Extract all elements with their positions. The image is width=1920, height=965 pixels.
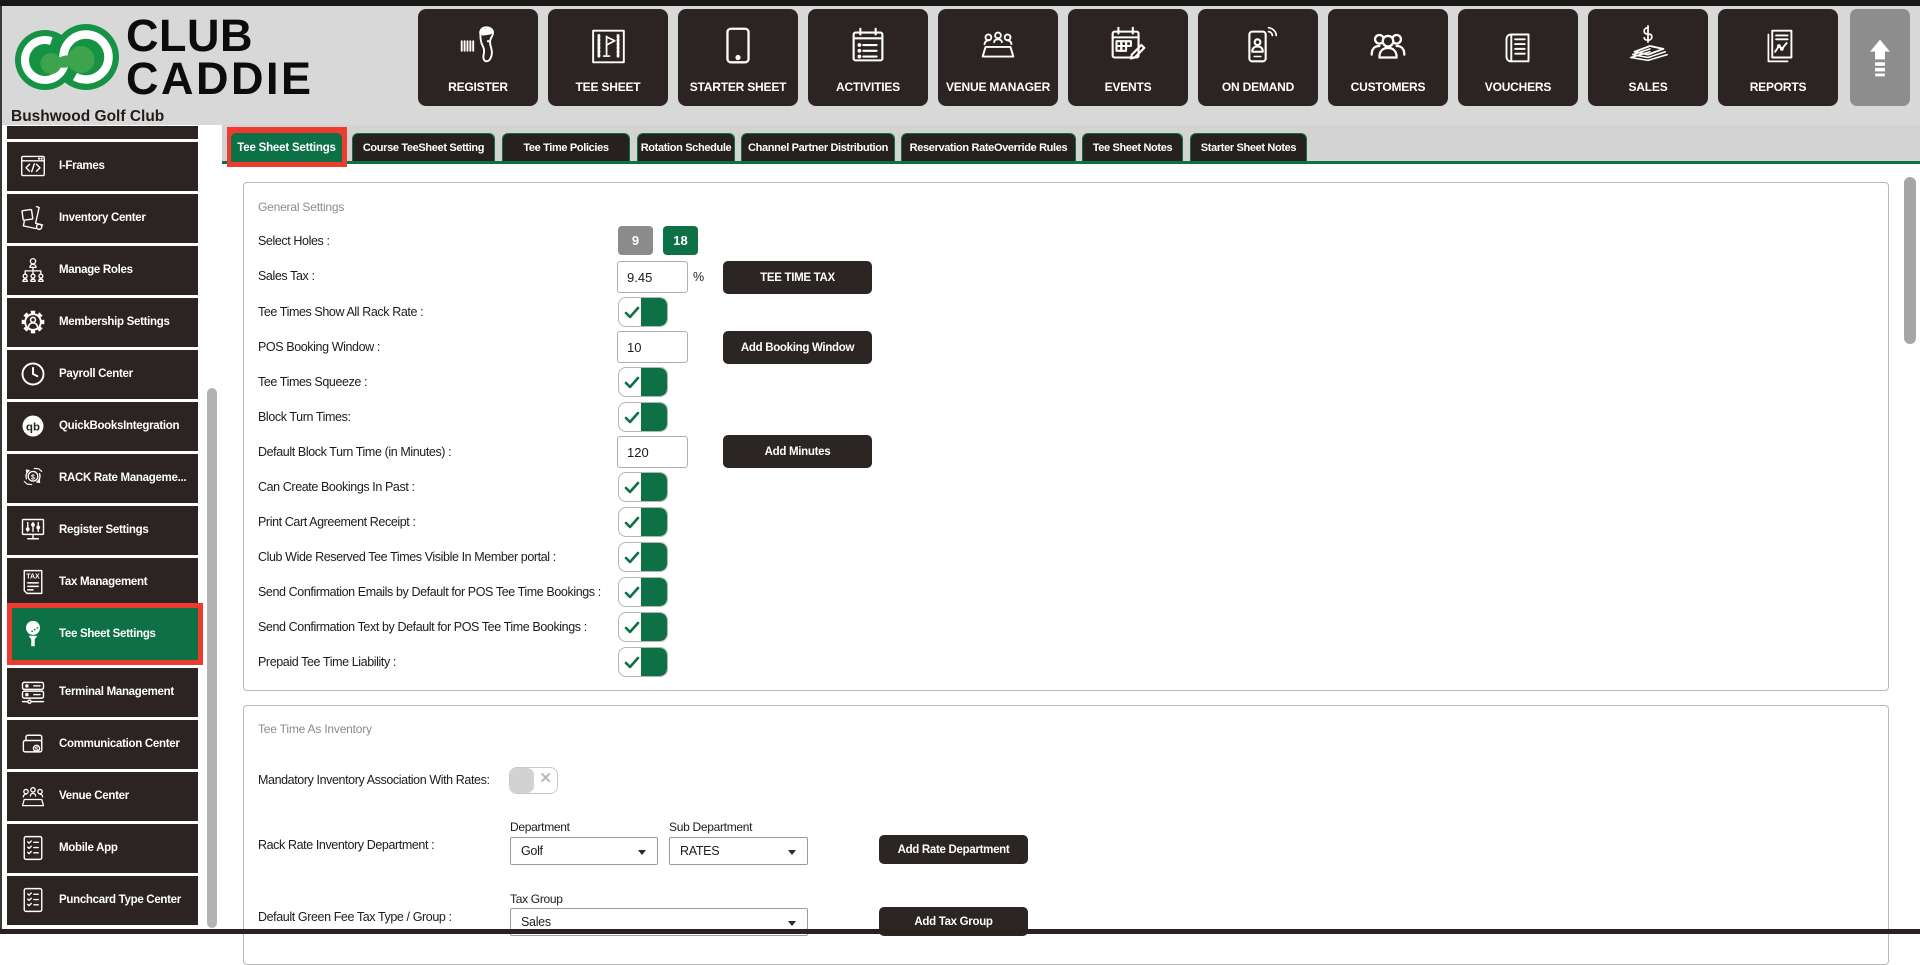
svg-text:qb: qb [26, 422, 40, 434]
svg-text:$: $ [35, 746, 39, 753]
svg-text:TAX: TAX [26, 574, 40, 581]
svg-text:$: $ [31, 475, 35, 482]
